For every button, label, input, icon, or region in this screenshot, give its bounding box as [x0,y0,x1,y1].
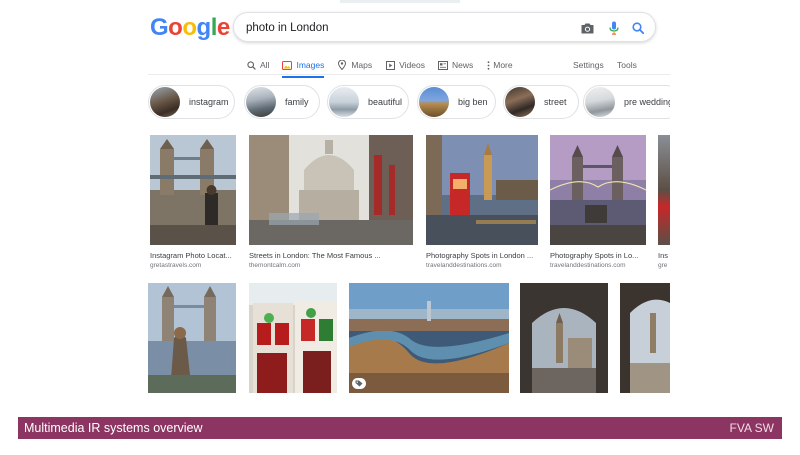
chip-beautiful[interactable]: beautiful [327,85,409,119]
slide-footer-author: FVA SW [729,421,774,435]
chip-pre-wedding[interactable]: pre wedding [583,85,670,119]
video-icon [385,60,395,70]
more-vert-icon [486,60,491,70]
result-source: gre [658,262,668,269]
chip-label: beautiful [368,97,403,107]
chip-thumbnail [505,87,535,117]
tab-all[interactable]: All [246,55,269,75]
result-image [620,283,670,393]
chip-label: family [285,97,309,107]
result-source: travelanddestinations.com [426,262,502,269]
search-input[interactable] [246,19,566,37]
tab-maps[interactable]: Maps [337,55,372,75]
map-pin-icon [337,60,347,70]
tab-images[interactable]: Images [282,55,325,78]
chip-label: instagram [189,97,229,107]
chip-thumbnail [419,87,449,117]
result-image [150,135,236,245]
result-image [426,135,538,245]
result-image [658,135,670,245]
chip-street[interactable]: street [503,85,579,119]
chip-label: pre wedding [624,97,670,107]
tab-label: Maps [351,60,373,70]
result-image [550,135,646,245]
result-arch-big-ben[interactable] [520,283,608,393]
chip-instagram[interactable]: instagram [148,85,235,119]
google-logo[interactable]: Google [150,14,230,42]
related-chips: instagram family beautiful big ben stree… [148,85,670,119]
slide-footer-bar: Multimedia IR systems overview FVA SW [18,417,782,439]
result-source: themontcalm.com [249,262,301,269]
slide-footer-title: Multimedia IR systems overview [24,421,203,435]
chip-thumbnail [150,87,180,117]
result-image [520,283,608,393]
newspaper-icon [437,60,448,70]
result-image [249,135,413,245]
result-aerial-thames[interactable] [349,283,509,393]
result-source: gretastravels.com [150,262,202,269]
header-divider [148,74,670,75]
image-icon [282,60,293,70]
chip-thumbnail [329,87,359,117]
result-source: travelanddestinations.com [550,262,626,269]
logo-letter: G [150,14,169,41]
tab-news[interactable]: News [437,55,474,75]
result-partial[interactable]: Ins gre [658,135,670,270]
logo-letter: e [216,14,230,41]
logo-letter: o [168,14,183,41]
result-tower-bridge-woman[interactable] [148,283,236,393]
chip-thumbnail [246,87,276,117]
tab-label: News [451,60,474,70]
result-colorful-street[interactable] [249,283,337,393]
settings-link[interactable]: Settings [573,55,604,75]
chip-thumbnail [585,87,615,117]
search-icon [246,60,256,70]
chip-big-ben[interactable]: big ben [417,85,496,119]
search-tabs: All Images Maps Videos News More [246,55,526,78]
result-phone-box-big-ben[interactable]: Photography Spots in London ... travelan… [426,135,538,270]
result-image [349,283,509,393]
result-image [148,283,236,393]
chip-family[interactable]: family [244,85,320,119]
tag-icon [352,378,366,389]
camera-icon[interactable] [579,20,595,36]
search-icon[interactable] [630,20,646,36]
tab-label: More [493,60,513,70]
search-box[interactable] [233,12,656,42]
tab-label: Videos [399,60,425,70]
top-scroll-indicator [340,0,460,3]
tab-videos[interactable]: Videos [385,55,425,75]
chip-label: street [544,97,567,107]
tab-more[interactable]: More [486,55,513,75]
result-image [249,283,337,393]
tools-link[interactable]: Tools [617,55,637,75]
tab-label: All [260,60,270,70]
result-title: Photography Spots in London ... [426,251,534,260]
result-st-pauls-street[interactable]: Streets in London: The Most Famous ... t… [249,135,413,270]
result-arch-partial[interactable] [620,283,670,393]
logo-letter: g [196,14,212,41]
microphone-icon[interactable] [606,20,622,36]
logo-letter: o [182,14,197,41]
result-title: Instagram Photo Locat... [150,251,232,260]
tab-label: Images [296,60,325,70]
result-title: Photography Spots in Lo... [550,251,639,260]
result-title: Ins [658,251,669,260]
result-title: Streets in London: The Most Famous ... [249,251,381,260]
chip-label: big ben [458,97,488,107]
result-tower-bridge-dusk[interactable]: Photography Spots in Lo... travelanddest… [550,135,646,270]
result-tower-bridge-instagram[interactable]: Instagram Photo Locat... gretastravels.c… [150,135,236,270]
